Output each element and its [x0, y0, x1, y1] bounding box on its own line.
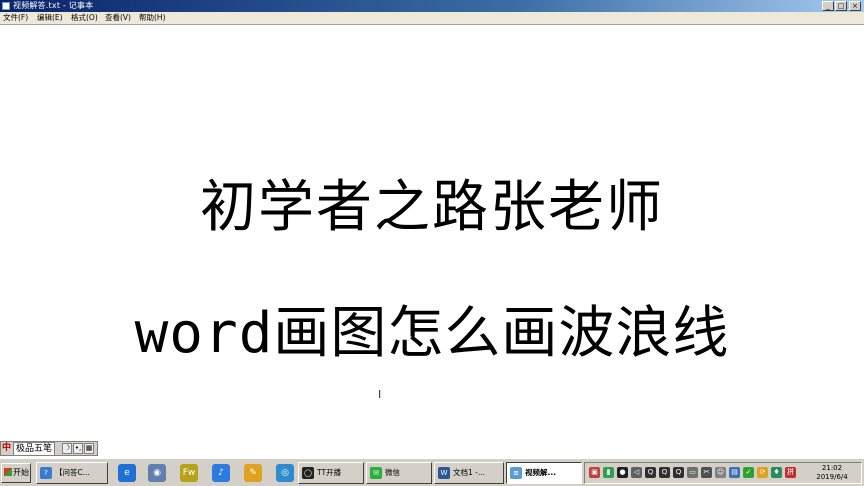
tray-security-icon[interactable]: ✓ — [743, 467, 754, 478]
ie-icon[interactable]: e — [118, 464, 136, 482]
wechat-icon: ✉ — [370, 467, 382, 479]
taskbar-button-label: 微信 — [385, 468, 400, 477]
clock-date: 2019/6/4 — [816, 473, 848, 481]
minimize-button[interactable]: _ — [822, 1, 834, 11]
fireworks-icon[interactable]: Fw — [180, 464, 198, 482]
menu-file[interactable]: 文件(F) — [3, 12, 28, 24]
clock-time: 21:02 — [821, 464, 843, 472]
text-editor-area[interactable]: 初学者之路张老师 word画图怎么画波浪线 I — [0, 25, 864, 458]
notepad-icon — [2, 2, 10, 10]
start-button[interactable]: 开始 — [1, 463, 31, 483]
start-label: 开始 — [13, 468, 29, 477]
taskbar-button-1[interactable]: ? 【问答C... — [36, 462, 108, 484]
window-title: 视频解答.txt - 记事本 — [13, 1, 94, 10]
system-tray: ▣ ▮ ● ◁ Q Q Q ▭ ✂ ☺ ▤ ✓ ⟳ ♦ 拼 21:02 2019/6/4 — [584, 462, 862, 484]
menu-help[interactable]: 帮助(H) — [139, 12, 166, 24]
tray-qq-icon-2[interactable]: Q — [659, 467, 670, 478]
punctuation-icon[interactable]: •, — [73, 443, 83, 454]
ime-name[interactable]: 极品五笔 — [13, 442, 56, 456]
document-line-1: 初学者之路张老师 — [200, 175, 664, 240]
taskbar-button-label: 【问答C... — [55, 468, 90, 477]
tray-app-icon-2[interactable]: ▮ — [603, 467, 614, 478]
tray-ime-icon[interactable]: 拼 — [785, 467, 796, 478]
notepad-icon: ≡ — [510, 467, 522, 479]
document-line-2-latin: word — [134, 301, 274, 366]
tray-tool-icon[interactable]: ✂ — [701, 467, 712, 478]
pen-tool-icon[interactable]: ✎ — [244, 464, 262, 482]
close-button[interactable]: × — [849, 1, 861, 11]
maximize-button[interactable]: □ — [835, 1, 847, 11]
taskbar-button-label: 视频解... — [525, 468, 557, 477]
taskbar-button-label: 文档1 -... — [453, 468, 486, 477]
tray-shield-icon[interactable]: ♦ — [771, 467, 782, 478]
notepad-window: 视频解答.txt - 记事本 _ □ × 文件(F) 编辑(E) 格式(O) 查… — [0, 0, 864, 458]
title-bar[interactable]: 视频解答.txt - 记事本 _ □ × — [0, 0, 864, 12]
taskbar: 开始 e ◉ Fw ♪ ✎ ◎ ? 【问答C... ◯ TT开播 ✉ 微信 W 文档1 -... ≡ 视频解… — [0, 458, 864, 486]
keyboard-icon[interactable]: ▦ — [84, 443, 94, 454]
tray-network-icon[interactable]: ▤ — [729, 467, 740, 478]
tray-chat-icon[interactable]: ☺ — [715, 467, 726, 478]
moon-icon[interactable]: ☽ — [62, 443, 72, 454]
clock[interactable]: 21:02 2019/6/4 — [807, 464, 857, 482]
menu-edit[interactable]: 编辑(E) — [37, 12, 63, 24]
tray-qq-icon-1[interactable]: Q — [645, 467, 656, 478]
document-line-2: word画图怎么画波浪线 — [0, 301, 864, 367]
ime-toolbar[interactable]: 中 极品五笔 ☽ •, ▦ — [0, 441, 98, 456]
text-cursor-icon: I — [378, 388, 382, 401]
music-note-icon[interactable]: ♪ — [212, 464, 230, 482]
taskbar-button-4[interactable]: W 文档1 -... — [434, 462, 504, 484]
taskbar-button-5[interactable]: ≡ 视频解... — [506, 462, 582, 484]
menu-bar: 文件(F) 编辑(E) 格式(O) 查看(V) 帮助(H) — [0, 12, 864, 25]
taskbar-button-label: TT开播 — [317, 468, 342, 477]
document-line-2-cjk: 画图怎么画波浪线 — [273, 301, 730, 366]
taskbar-button-3[interactable]: ✉ 微信 — [366, 462, 432, 484]
ime-logo-icon[interactable]: 中 — [2, 443, 12, 454]
tray-disk-icon[interactable]: ▭ — [687, 467, 698, 478]
tray-record-icon[interactable]: ● — [617, 467, 628, 478]
question-icon: ? — [40, 467, 52, 479]
word-icon: W — [438, 467, 450, 479]
taskbar-button-2[interactable]: ◯ TT开播 — [298, 462, 364, 484]
windows-flag-icon — [4, 468, 12, 476]
explorer-icon[interactable]: ◉ — [148, 464, 166, 482]
tray-volume-icon[interactable]: ◁ — [631, 467, 642, 478]
tray-app-icon-1[interactable]: ▣ — [589, 467, 600, 478]
tray-update-icon[interactable]: ⟳ — [757, 467, 768, 478]
broadcast-icon: ◯ — [302, 467, 314, 479]
media-disc-icon[interactable]: ◎ — [276, 464, 294, 482]
menu-view[interactable]: 查看(V) — [105, 12, 131, 24]
menu-format[interactable]: 格式(O) — [71, 12, 98, 24]
tray-qq-icon-3[interactable]: Q — [673, 467, 684, 478]
